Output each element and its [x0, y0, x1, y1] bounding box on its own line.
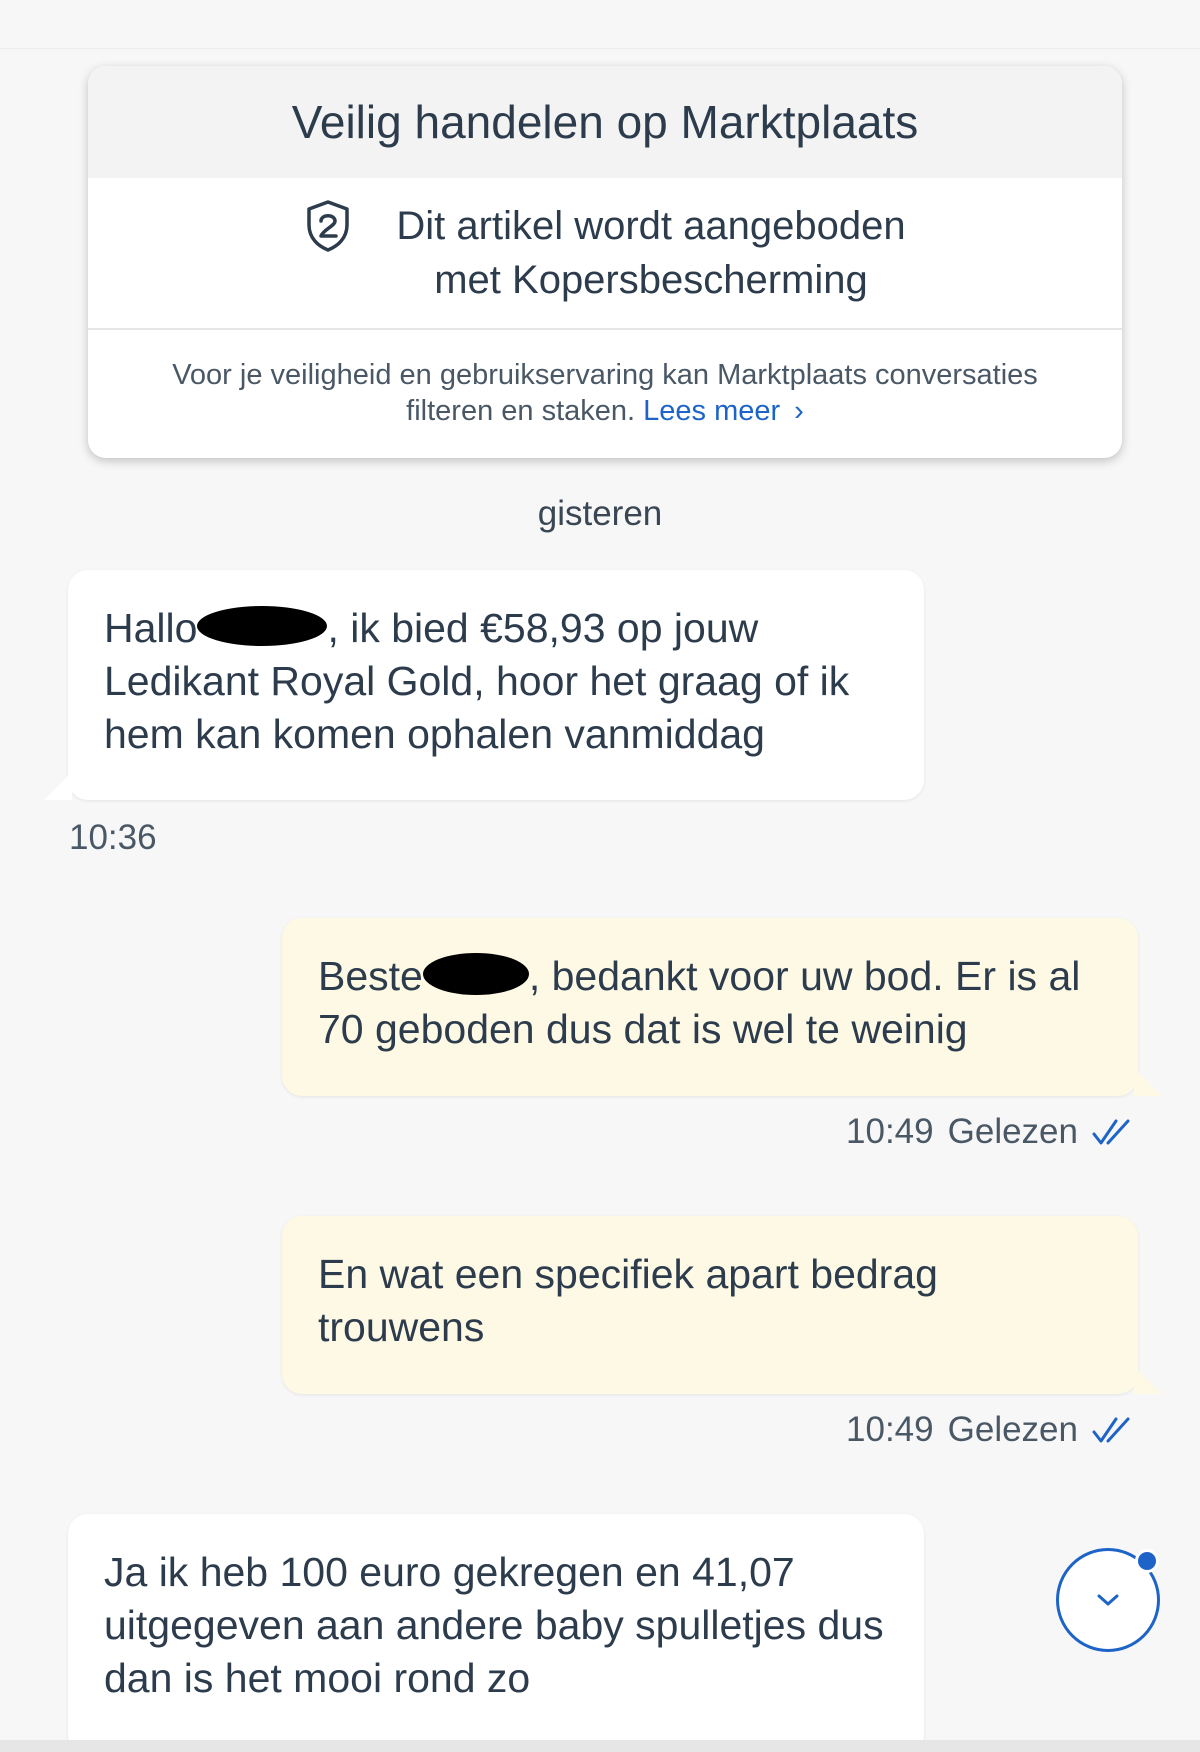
message-time: 10:36 [69, 818, 157, 857]
redacted-name [422, 953, 529, 996]
message-meta: 10:49 Gelezen [846, 1112, 1132, 1152]
safety-footer-text: Voor je veiligheid en gebruikservaring k… [172, 359, 1038, 427]
message-text: Beste [318, 953, 423, 999]
read-status: Gelezen [947, 1112, 1078, 1151]
message-time: 10:49 [846, 1410, 934, 1449]
safety-card: Veilig handelen op Marktplaats Dit artik… [88, 66, 1122, 458]
chevron-right-icon[interactable]: › [794, 393, 804, 429]
chat-screen: Veilig handelen op Marktplaats Dit artik… [0, 0, 1200, 1752]
message-time: 10:49 [846, 1112, 934, 1151]
date-separator: gisteren [537, 494, 663, 533]
chevron-down-icon [1097, 1594, 1119, 1606]
bubble-tail [1134, 1068, 1162, 1096]
protection-line-1: Dit artikel wordt aangeboden [396, 204, 906, 248]
safety-title: Veilig handelen op Marktplaats [88, 66, 1122, 178]
message-bubble-incoming[interactable]: Hallo, ik bied €58,93 op jouw Ledikant R… [68, 570, 924, 800]
protection-line-2: met Kopersbescherming [434, 258, 868, 302]
safety-footer: Voor je veiligheid en gebruikservaring k… [88, 330, 1122, 456]
protection-text: Dit artikel wordt aangeboden met Kopersb… [396, 199, 905, 307]
message-text: En wat een specifiek apart bedrag trouwe… [318, 1251, 938, 1350]
message-text: Hallo [104, 605, 198, 651]
message-bubble-outgoing[interactable]: Beste, bedankt voor uw bod. Er is al 70 … [282, 918, 1138, 1096]
buyer-protection-row: Dit artikel wordt aangeboden met Kopersb… [88, 178, 1122, 330]
double-check-icon [1092, 1417, 1130, 1443]
unread-indicator [1135, 1549, 1159, 1573]
bottom-bar [0, 1740, 1200, 1752]
scroll-to-bottom-button[interactable] [1056, 1548, 1160, 1652]
message-bubble-incoming[interactable]: Ja ik heb 100 euro gekregen en 41,07 uit… [68, 1514, 924, 1752]
redacted-name [197, 606, 328, 647]
read-status: Gelezen [947, 1410, 1078, 1449]
message-meta: 10:49 Gelezen [846, 1410, 1132, 1450]
bubble-tail [44, 772, 72, 800]
bubble-tail [1134, 1366, 1162, 1394]
divider [0, 48, 1200, 49]
message-bubble-outgoing[interactable]: En wat een specifiek apart bedrag trouwe… [282, 1216, 1138, 1394]
message-text: Ja ik heb 100 euro gekregen en 41,07 uit… [104, 1549, 884, 1701]
lees-meer-link[interactable]: Lees meer [643, 395, 780, 427]
double-check-icon [1092, 1119, 1130, 1145]
shield-icon [307, 200, 350, 252]
